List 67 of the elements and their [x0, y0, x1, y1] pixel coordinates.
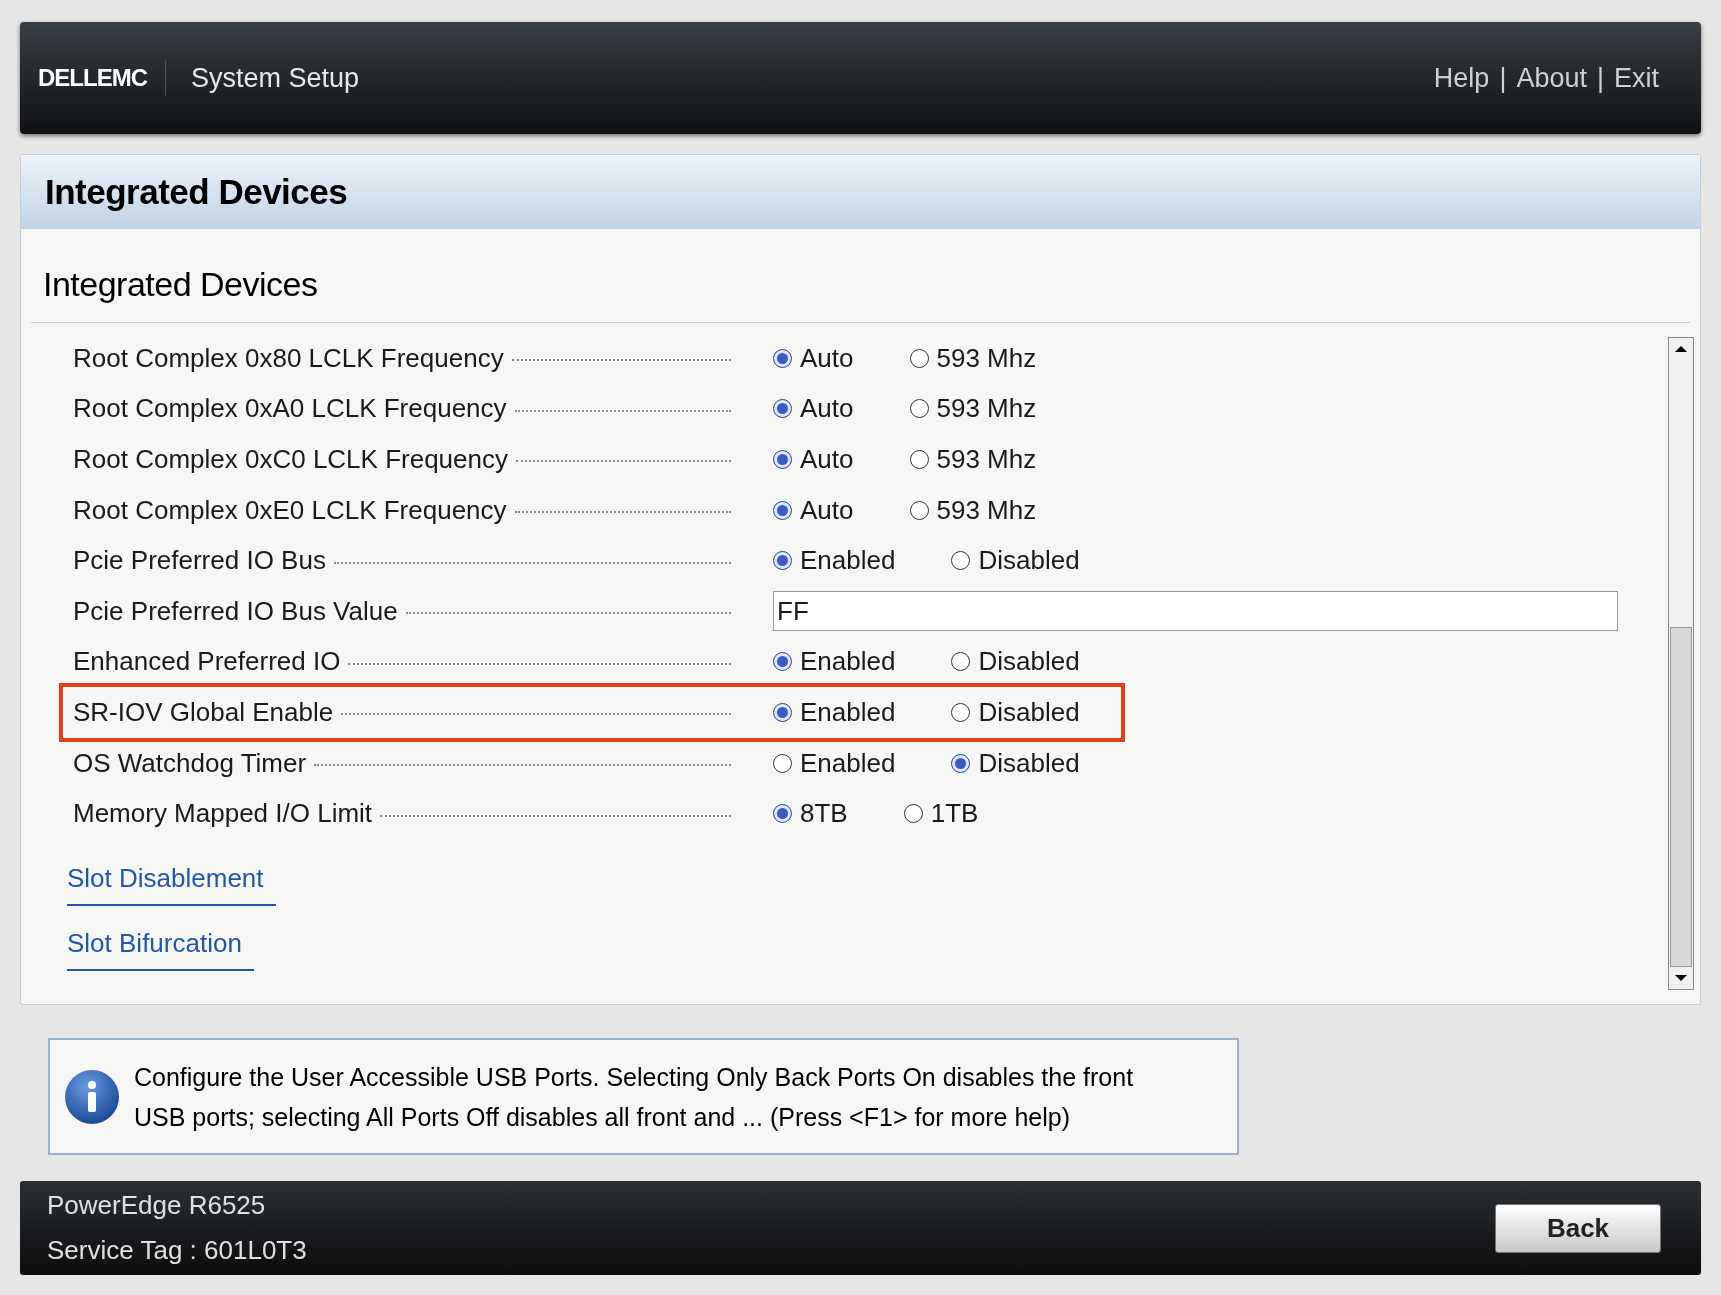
radio-button[interactable]	[951, 652, 971, 672]
radio-option[interactable]: Disabled	[951, 541, 1080, 581]
header-link[interactable]: Help	[1433, 57, 1490, 99]
scroll-up-arrow-icon[interactable]	[1675, 346, 1687, 352]
radio-option[interactable]: Auto	[773, 490, 854, 530]
radio-button[interactable]	[951, 551, 971, 571]
radio-option[interactable]: Enabled	[773, 692, 896, 732]
setting-label: Root Complex 0xA0 LCLK Frequency	[73, 392, 507, 426]
radio-button[interactable]	[909, 399, 929, 419]
setting-label: OS Watchdog Timer	[73, 746, 307, 780]
back-button[interactable]: Back	[1495, 1203, 1661, 1253]
radio-option[interactable]: Auto	[773, 440, 854, 479]
window-title: System Setup	[191, 61, 360, 95]
radio-option[interactable]: 593 Mhz	[909, 389, 1037, 429]
setting-label: Enhanced Preferred IO	[73, 645, 341, 679]
setting-label: Pcie Preferred IO Bus	[73, 544, 326, 578]
model-name: PowerEdge R6525	[47, 1189, 267, 1222]
scrollbar[interactable]	[1668, 337, 1694, 990]
radio-option[interactable]: Enabled	[773, 541, 896, 581]
radio-button[interactable]	[773, 500, 792, 520]
radio-option[interactable]: 593 Mhz	[909, 440, 1037, 479]
scrollbar-thumb[interactable]	[1670, 627, 1692, 967]
dell-emc-logo: DELLEMC	[38, 60, 166, 96]
radio-button[interactable]	[773, 348, 792, 368]
radio-option[interactable]: 593 Mhz	[909, 338, 1037, 378]
radio-button[interactable]	[903, 804, 923, 824]
setting-label: Memory Mapped I/O Limit	[73, 797, 373, 831]
setting-label: Pcie Preferred IO Bus Value	[73, 594, 398, 628]
header-link[interactable]: About	[1516, 57, 1587, 99]
submenu-link[interactable]: Slot Bifurcation	[67, 923, 254, 971]
radio-button[interactable]	[951, 753, 971, 773]
radio-button[interactable]	[909, 500, 929, 520]
text-input-field[interactable]: FF	[773, 591, 1618, 632]
info-icon	[64, 1068, 120, 1125]
setting-label: Root Complex 0xE0 LCLK Frequency	[73, 493, 507, 527]
separator: |	[1499, 61, 1507, 95]
radio-option[interactable]: Enabled	[773, 642, 896, 682]
radio-option[interactable]: Auto	[773, 389, 854, 429]
separator: |	[1596, 61, 1604, 95]
help-text: Configure the User Accessible USB Ports. Selecting Only Back Ports On disables the front USB ports; selecting All Ports Off disables all front and ... (Press <F1> for more help)	[134, 1061, 1135, 1133]
radio-button[interactable]	[909, 348, 929, 368]
radio-option[interactable]: Disabled	[951, 743, 1080, 783]
header-link[interactable]: Exit	[1614, 57, 1659, 99]
radio-button[interactable]	[773, 399, 792, 419]
radio-button[interactable]	[909, 450, 929, 469]
page-title: Integrated Devices	[21, 155, 1700, 229]
radio-option[interactable]: Enabled	[773, 743, 896, 783]
section-title: Integrated Devices	[31, 259, 1690, 323]
radio-option[interactable]: Disabled	[951, 692, 1080, 732]
radio-option[interactable]: 8TB	[773, 794, 848, 834]
radio-button[interactable]	[773, 804, 792, 824]
radio-option[interactable]: 593 Mhz	[909, 490, 1037, 530]
service-tag: Service Tag : 601L0T3	[47, 1231, 307, 1270]
radio-button[interactable]	[773, 753, 792, 773]
radio-button[interactable]	[951, 702, 971, 722]
radio-option[interactable]: Disabled	[951, 642, 1080, 682]
radio-option[interactable]: Auto	[773, 338, 854, 378]
radio-option[interactable]: 1TB	[903, 794, 979, 834]
scroll-down-arrow-icon[interactable]	[1675, 975, 1687, 981]
setting-label: SR-IOV Global Enable	[73, 695, 334, 729]
submenu-link[interactable]: Slot Disablement	[67, 858, 276, 906]
radio-button[interactable]	[773, 551, 792, 571]
radio-button[interactable]	[773, 450, 792, 469]
radio-button[interactable]	[773, 702, 792, 722]
radio-button[interactable]	[773, 652, 792, 672]
setting-label: Root Complex 0x80 LCLK Frequency	[73, 341, 504, 375]
setting-label: Root Complex 0xC0 LCLK Frequency	[73, 443, 508, 476]
